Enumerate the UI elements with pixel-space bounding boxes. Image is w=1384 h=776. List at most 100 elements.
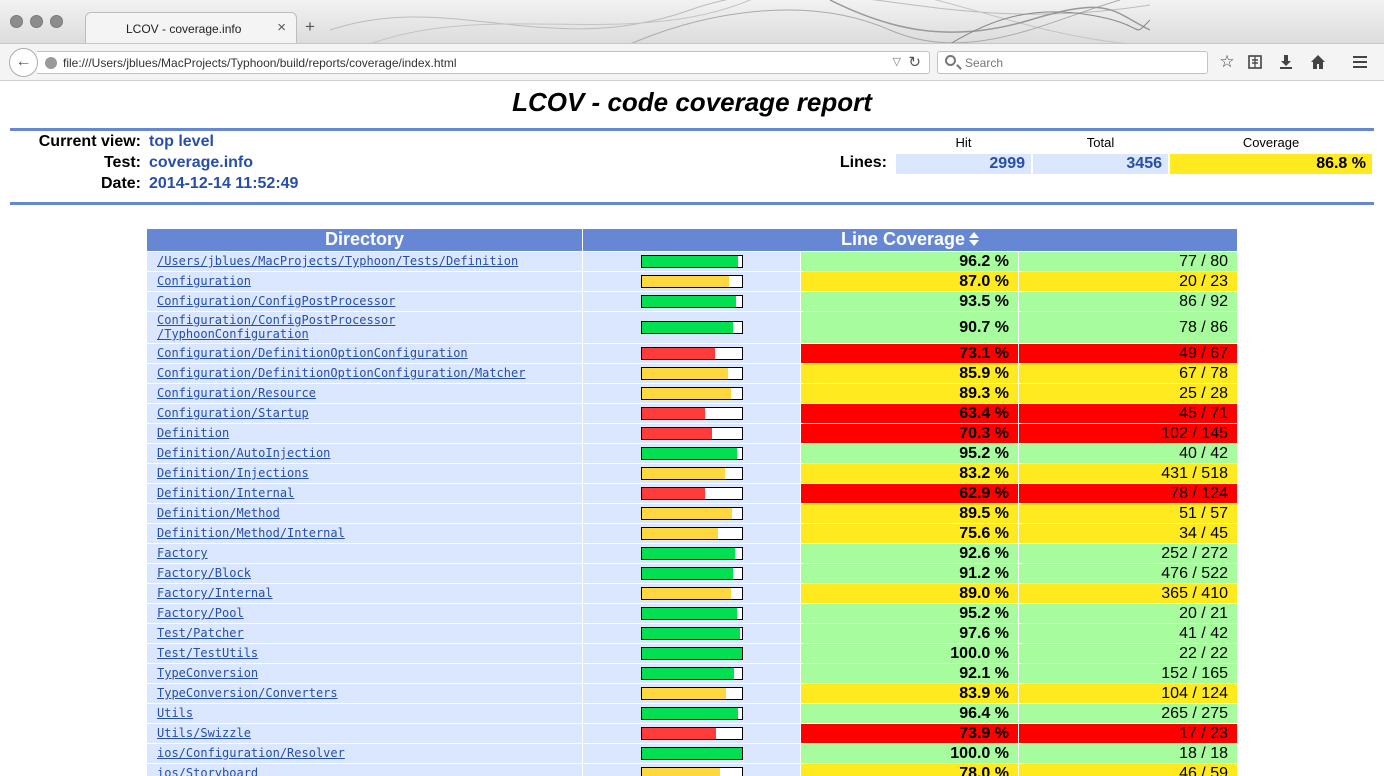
coverage-bar-cell [583, 604, 800, 623]
coverage-percent-cell: 91.2 % [801, 564, 1018, 583]
coverage-percent: 100.0 % [950, 645, 1009, 662]
directory-link[interactable]: Test/Patcher [157, 624, 582, 643]
table-row: Factory 92.6 % 252 / 272 [147, 543, 1237, 563]
coverage-hits: 104 / 124 [1161, 685, 1228, 702]
directory-cell: Test/Patcher [147, 624, 582, 643]
table-row: /Users/jblues/MacProjects/Typhoon/Tests/… [147, 251, 1237, 271]
current-view-value: top level [149, 133, 214, 150]
coverage-percent-cell: 62.9 % [801, 484, 1018, 503]
coverage-hits: 86 / 92 [1179, 293, 1228, 310]
coverage-bar-fill [642, 708, 739, 719]
coverage-hits-cell: 104 / 124 [1019, 684, 1237, 703]
directory-link[interactable]: ios/Configuration/Resolver [157, 744, 582, 763]
url-dropdown-icon[interactable]: ▽ [893, 55, 901, 68]
directory-cell: Factory/Pool [147, 604, 582, 623]
directory-link[interactable]: Factory [157, 544, 582, 563]
directory-link[interactable]: Definition/Method/Internal [157, 524, 582, 543]
directory-link[interactable]: Configuration [157, 272, 582, 291]
directory-link[interactable]: Configuration/ConfigPostProcessor /Typho… [157, 312, 582, 341]
coverage-bar-cell [583, 464, 800, 483]
directory-link[interactable]: Definition/Injections [157, 464, 582, 483]
back-button[interactable]: ← [9, 48, 38, 77]
page-content: LCOV - code coverage report Current view… [1, 82, 1383, 776]
directory-link[interactable]: Definition/Internal [157, 484, 582, 503]
new-tab-button[interactable]: + [305, 17, 315, 37]
directory-link[interactable]: Factory/Internal [157, 584, 582, 603]
directory-link[interactable]: Test/TestUtils [157, 644, 582, 663]
window-close-button[interactable] [10, 15, 23, 28]
directory-link[interactable]: TypeConversion [157, 664, 582, 683]
coverage-bar-cell [583, 484, 800, 503]
coverage-hits-cell: 20 / 23 [1019, 272, 1237, 291]
directory-link[interactable]: Factory/Block [157, 564, 582, 583]
coverage-percent: 100.0 % [950, 745, 1009, 762]
table-row: Definition 70.3 % 102 / 145 [147, 423, 1237, 443]
coverage-hits: 67 / 78 [1179, 365, 1228, 382]
test-label: Test: [103, 154, 141, 171]
sort-icon[interactable] [969, 232, 980, 246]
tab-close-icon[interactable]: × [277, 19, 286, 36]
directory-link[interactable]: Configuration/ConfigPostProcessor [157, 292, 582, 311]
page-title: LCOV - code coverage report [512, 87, 872, 117]
coverage-percent: 93.5 % [959, 293, 1009, 310]
coverage-bar-fill [642, 488, 705, 499]
directory-column-header[interactable]: Directory [147, 229, 582, 251]
search-input[interactable]: Search [937, 51, 1208, 74]
directory-cell: Configuration/DefinitionOptionConfigurat… [147, 344, 582, 363]
coverage-bar-fill [642, 276, 729, 287]
directory-link[interactable]: Utils/Swizzle [157, 724, 582, 743]
url-bar[interactable]: file:///Users/jblues/MacProjects/Typhoon… [37, 51, 930, 74]
directory-link[interactable]: Configuration/DefinitionOptionConfigurat… [157, 364, 582, 383]
current-view-label: Current view: [38, 133, 141, 150]
coverage-hits-cell: 152 / 165 [1019, 664, 1237, 683]
coverage-hits-cell: 77 / 80 [1019, 252, 1237, 271]
coverage-bar [641, 587, 743, 600]
directory-link[interactable]: Definition/AutoInjection [157, 444, 582, 463]
directory-cell: Definition/Method/Internal [147, 524, 582, 543]
window-minimize-button[interactable] [30, 15, 43, 28]
directory-link[interactable]: Factory/Pool [157, 604, 582, 623]
coverage-percent-cell: 70.3 % [801, 424, 1018, 443]
directory-cell: Utils [147, 704, 582, 723]
coverage-percent: 91.2 % [959, 565, 1009, 582]
directory-link[interactable]: /Users/jblues/MacProjects/Typhoon/Tests/… [157, 252, 582, 271]
coverage-percent: 92.6 % [959, 545, 1009, 562]
coverage-bar [641, 447, 743, 460]
coverage-percent-cell: 92.6 % [801, 544, 1018, 563]
summary-hit-header: Hit [955, 135, 972, 150]
coverage-hits-cell: 18 / 18 [1019, 744, 1237, 763]
url-text[interactable]: file:///Users/jblues/MacProjects/Typhoon… [63, 56, 457, 70]
coverage-hits-cell: 22 / 22 [1019, 644, 1237, 663]
menu-icon[interactable] [1349, 52, 1371, 74]
coverage-hits-cell: 431 / 518 [1019, 464, 1237, 483]
browser-tab[interactable]: LCOV - coverage.info × [85, 12, 297, 43]
directory-link[interactable]: Utils [157, 704, 582, 723]
reading-list-icon[interactable] [1244, 52, 1266, 74]
table-row: Configuration/Resource 89.3 % 25 / 28 [147, 383, 1237, 403]
reload-icon[interactable]: ↻ [908, 53, 921, 71]
table-row: ios/Storyboard 78.0 % 46 / 59 [147, 763, 1237, 776]
coverage-hits: 431 / 518 [1161, 465, 1228, 482]
directory-cell: TypeConversion/Converters [147, 684, 582, 703]
line-coverage-column-header[interactable]: Line Coverage [583, 229, 1237, 251]
window-zoom-button[interactable] [50, 15, 63, 28]
directory-link[interactable]: Configuration/Resource [157, 384, 582, 403]
table-row: Definition/Injections 83.2 % 431 / 518 [147, 463, 1237, 483]
home-icon[interactable] [1307, 52, 1329, 74]
coverage-percent: 83.2 % [959, 465, 1009, 482]
directory-link[interactable]: ios/Storyboard [157, 764, 582, 776]
directory-link[interactable]: TypeConversion/Converters [157, 684, 582, 703]
coverage-bar [641, 547, 743, 560]
coverage-hits: 152 / 165 [1161, 665, 1228, 682]
coverage-bar [641, 427, 743, 440]
directory-link[interactable]: Definition/Method [157, 504, 582, 523]
directory-link[interactable]: Configuration/DefinitionOptionConfigurat… [157, 344, 582, 363]
directory-cell: Definition/AutoInjection [147, 444, 582, 463]
directory-link[interactable]: Configuration/Startup [157, 404, 582, 423]
star-icon[interactable]: ☆ [1216, 52, 1238, 74]
directory-link[interactable]: Definition [157, 424, 582, 443]
coverage-percent-cell: 75.6 % [801, 524, 1018, 543]
coverage-percent-cell: 100.0 % [801, 744, 1018, 763]
download-icon[interactable] [1275, 52, 1297, 74]
coverage-bar-cell [583, 404, 800, 423]
